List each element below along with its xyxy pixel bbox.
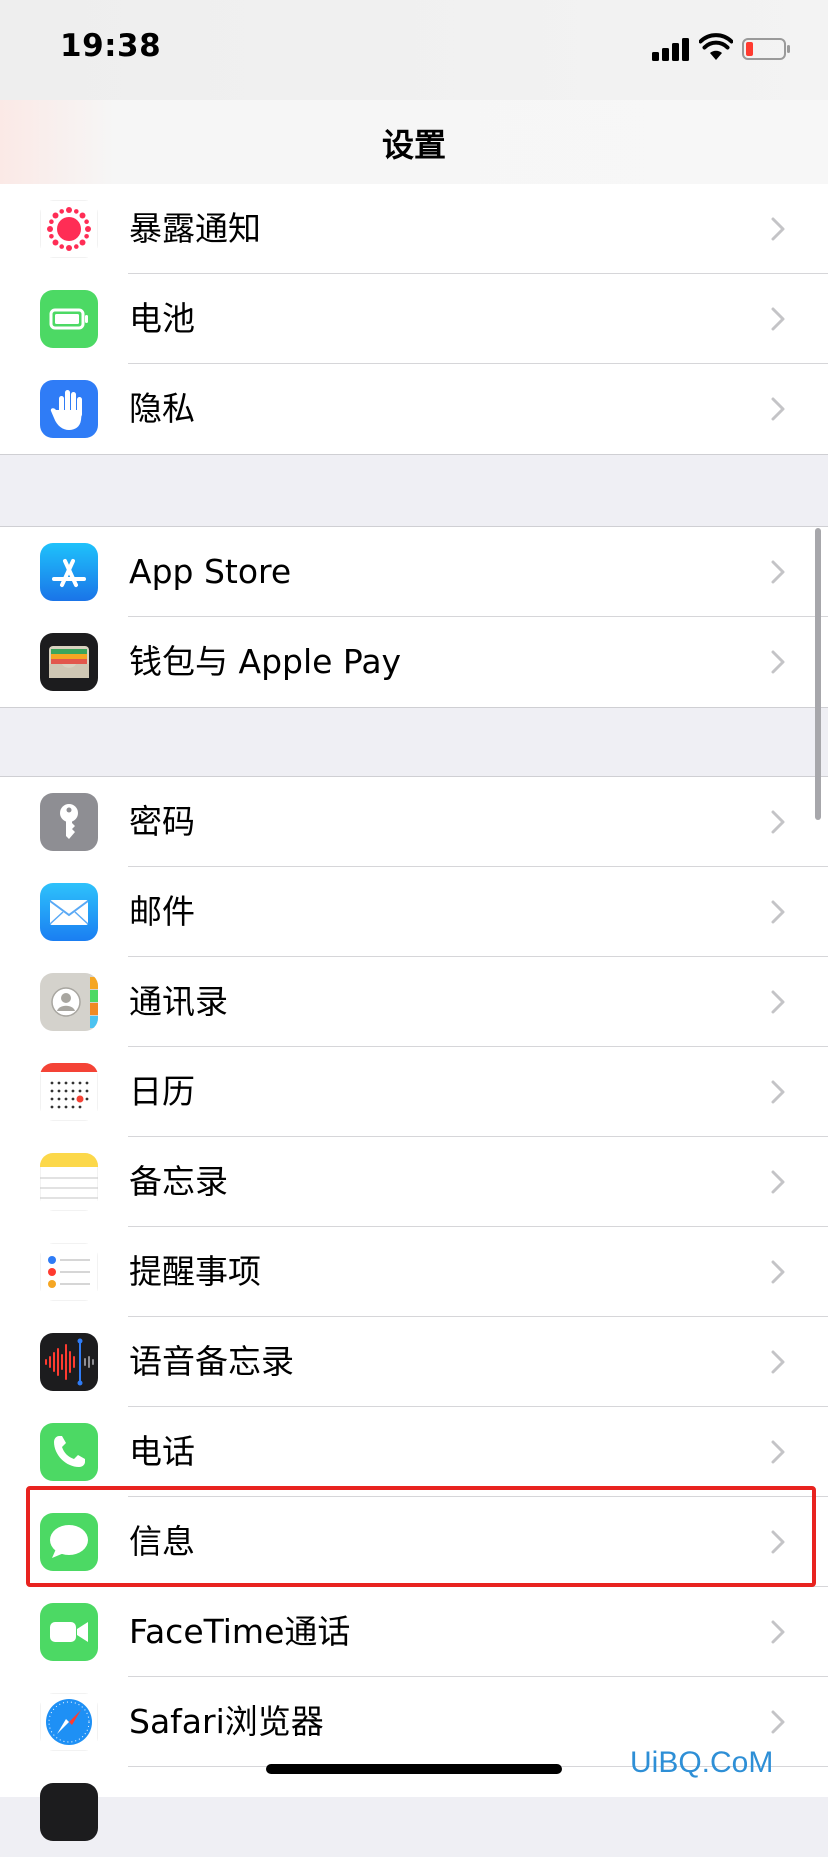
settings-group-3: 密码 邮件 通讯录 日历 备忘录 提醒事项 语音备忘录 电话 信息 FaceTi… — [0, 776, 828, 1841]
page-title: 设置 — [381, 126, 446, 164]
settings-row-label: FaceTime通话 — [129, 1612, 351, 1651]
settings-row-messages[interactable]: 信息 — [0, 1497, 828, 1587]
chevron-right-icon — [771, 1080, 785, 1104]
settings-row-exposure-notification[interactable]: 暴露通知 — [0, 184, 828, 274]
settings-row-label: 电池 — [129, 299, 195, 338]
settings-row-battery[interactable]: 电池 — [0, 274, 828, 364]
chevron-right-icon — [771, 397, 785, 421]
chevron-right-icon — [771, 560, 785, 584]
mail-icon — [40, 883, 98, 941]
chevron-right-icon — [771, 1620, 785, 1644]
settings-row-label: 日历 — [129, 1072, 195, 1111]
key-icon — [40, 793, 98, 851]
battery-low-icon — [742, 38, 790, 60]
settings-row-passwords[interactable]: 密码 — [0, 777, 828, 867]
settings-row-label: 钱包与 Apple Pay — [129, 642, 402, 681]
voice-memos-icon — [40, 1333, 98, 1391]
app-store-icon — [40, 543, 98, 601]
scrollbar[interactable] — [815, 528, 821, 820]
settings-row-label: 通讯录 — [129, 982, 228, 1021]
phone-icon — [40, 1423, 98, 1481]
settings-row-label: 信息 — [129, 1522, 195, 1561]
settings-row-label: 密码 — [129, 802, 195, 841]
status-time: 19:38 — [60, 28, 162, 64]
chevron-right-icon — [771, 1440, 785, 1464]
settings-row-next-partial[interactable] — [0, 1767, 828, 1857]
contacts-icon — [40, 973, 98, 1031]
settings-row-label: App Store — [129, 552, 292, 591]
settings-row-label: 提醒事项 — [129, 1252, 261, 1291]
settings-row-label: Safari浏览器 — [129, 1702, 324, 1741]
watermark-text: UiBQ.CoM — [630, 1746, 774, 1779]
facetime-icon — [40, 1603, 98, 1661]
settings-row-app-store[interactable]: App Store — [0, 527, 828, 617]
settings-row-label: 电话 — [129, 1432, 195, 1471]
chevron-right-icon — [771, 1260, 785, 1284]
chevron-right-icon — [771, 307, 785, 331]
home-indicator[interactable] — [266, 1764, 562, 1774]
settings-row-notes[interactable]: 备忘录 — [0, 1137, 828, 1227]
wallet-icon — [40, 633, 98, 691]
chevron-right-icon — [771, 650, 785, 674]
notes-icon — [40, 1153, 98, 1211]
settings-row-mail[interactable]: 邮件 — [0, 867, 828, 957]
status-bar: 19:38 — [0, 0, 828, 100]
chevron-right-icon — [771, 1710, 785, 1734]
settings-row-privacy[interactable]: 隐私 — [0, 364, 828, 454]
chevron-right-icon — [771, 990, 785, 1014]
safari-icon — [40, 1693, 98, 1751]
settings-row-facetime[interactable]: FaceTime通话 — [0, 1587, 828, 1677]
chevron-right-icon — [771, 1170, 785, 1194]
messages-icon — [40, 1513, 98, 1571]
settings-row-wallet[interactable]: 钱包与 Apple Pay — [0, 617, 828, 707]
cellular-signal-icon — [652, 37, 692, 61]
exposure-notification-icon — [40, 200, 98, 258]
settings-row-label: 隐私 — [129, 389, 195, 428]
settings-group-1: 暴露通知 电池 隐私 — [0, 184, 828, 455]
settings-row-voice-memos[interactable]: 语音备忘录 — [0, 1317, 828, 1407]
calendar-icon — [40, 1063, 98, 1121]
chevron-right-icon — [771, 900, 785, 924]
settings-row-label: 备忘录 — [129, 1162, 228, 1201]
battery-icon — [40, 290, 98, 348]
settings-row-label: 语音备忘录 — [129, 1342, 294, 1381]
chevron-right-icon — [771, 217, 785, 241]
navigation-bar: 设置 — [0, 100, 828, 185]
settings-group-2: App Store 钱包与 Apple Pay — [0, 526, 828, 708]
settings-row-label: 暴露通知 — [129, 209, 261, 248]
wifi-icon — [699, 33, 733, 60]
chevron-right-icon — [771, 1350, 785, 1374]
settings-row-phone[interactable]: 电话 — [0, 1407, 828, 1497]
reminders-icon — [40, 1243, 98, 1301]
settings-row-calendar[interactable]: 日历 — [0, 1047, 828, 1137]
chevron-right-icon — [771, 810, 785, 834]
settings-row-contacts[interactable]: 通讯录 — [0, 957, 828, 1047]
privacy-hand-icon — [40, 380, 98, 438]
settings-row-reminders[interactable]: 提醒事项 — [0, 1227, 828, 1317]
settings-row-label: 邮件 — [129, 892, 195, 931]
chevron-right-icon — [771, 1530, 785, 1554]
